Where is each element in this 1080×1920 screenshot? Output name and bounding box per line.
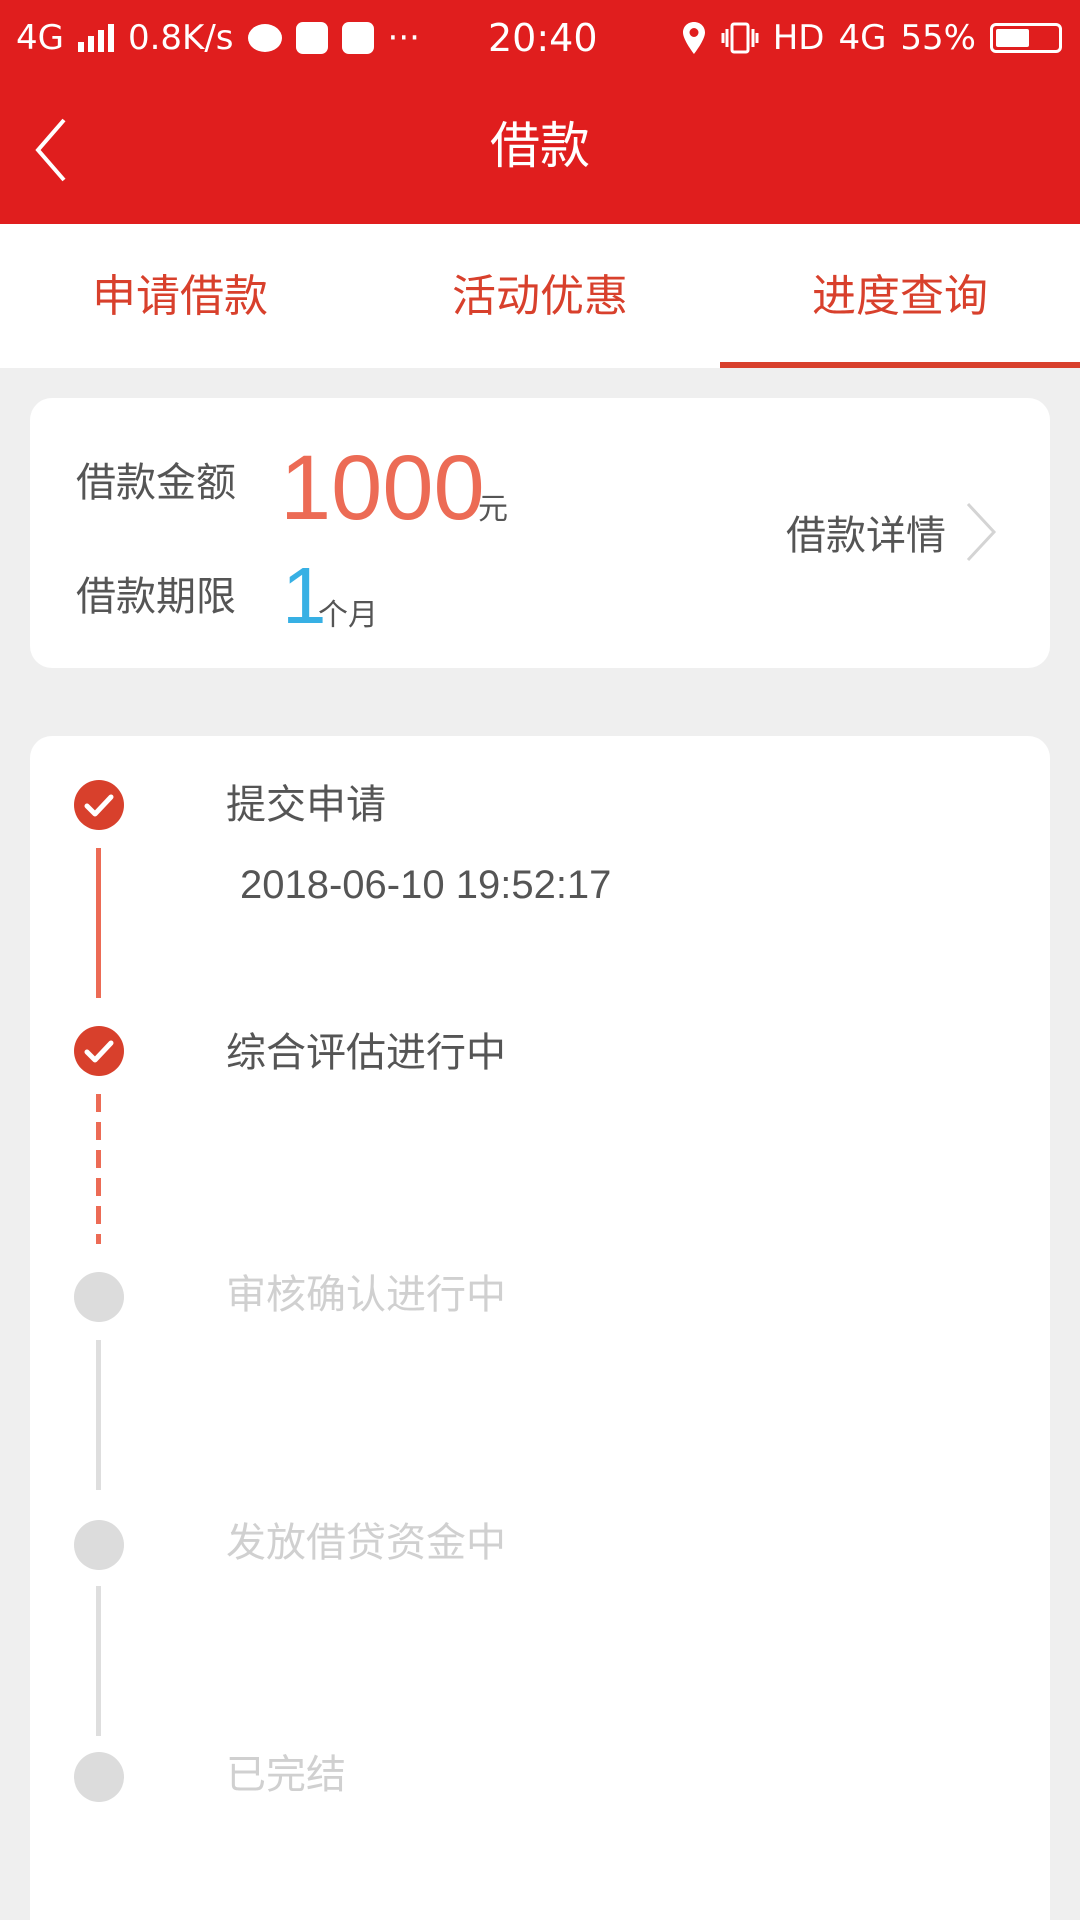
step-done-check-icon bbox=[74, 780, 124, 830]
step-connector bbox=[96, 1340, 101, 1490]
vivo-app-icon bbox=[341, 22, 374, 54]
status-bar: 4G 0.8K/s ··· 20:40 HD 4G 55% bbox=[0, 0, 1080, 76]
loan-summary-card: 借款金额 1000 元 借款期限 1 个月 借款详情 bbox=[30, 398, 1050, 668]
tab-progress-query[interactable]: 进度查询 bbox=[720, 224, 1080, 368]
tab-bar: 申请借款 活动优惠 进度查询 bbox=[0, 224, 1080, 368]
step-label-evaluation: 综合评估进行中 bbox=[226, 1030, 506, 1076]
network-type-left: 4G bbox=[16, 18, 64, 58]
app-header: 4G 0.8K/s ··· 20:40 HD 4G 55% 借款 bbox=[0, 0, 1080, 224]
status-left: 4G 0.8K/s ··· bbox=[16, 16, 420, 60]
loan-details-link[interactable]: 借款详情 bbox=[786, 502, 1000, 562]
more-notifications: ··· bbox=[387, 18, 420, 58]
vibrate-icon bbox=[721, 22, 759, 54]
speedometer-app-icon bbox=[295, 22, 328, 54]
progress-card: 提交申请 2018-06-10 19:52:17 综合评估进行中 审核确认进行中… bbox=[30, 736, 1050, 1920]
tab-promotions[interactable]: 活动优惠 bbox=[360, 224, 720, 368]
network-speed: 0.8K/s bbox=[127, 18, 234, 58]
location-pin-icon bbox=[682, 22, 705, 54]
term-unit: 个月 bbox=[318, 598, 378, 633]
step-pending-dot-icon bbox=[74, 1752, 124, 1802]
step-label-disbursement: 发放借贷资金中 bbox=[226, 1520, 506, 1566]
loan-details-label: 借款详情 bbox=[786, 513, 946, 559]
step-submit-time: 2018-06-10 19:52:17 bbox=[240, 863, 612, 907]
step-label-completed: 已完结 bbox=[226, 1752, 346, 1798]
step-connector-in-progress bbox=[96, 1094, 101, 1244]
page-title: 借款 bbox=[490, 117, 590, 175]
step-pending-dot-icon bbox=[74, 1272, 124, 1322]
signal-bars-icon bbox=[77, 24, 114, 52]
step-connector bbox=[96, 848, 101, 998]
step-done-check-icon bbox=[74, 1026, 124, 1076]
amount-label: 借款金额 bbox=[76, 460, 236, 506]
hd-indicator: HD bbox=[772, 18, 825, 58]
amount-value: 1000 bbox=[280, 437, 485, 539]
status-time: 20:40 bbox=[488, 16, 598, 60]
battery-percent: 55% bbox=[900, 18, 976, 58]
step-pending-dot-icon bbox=[74, 1520, 124, 1570]
battery-icon bbox=[990, 23, 1062, 53]
status-right: HD 4G 55% bbox=[681, 16, 1062, 60]
term-label: 借款期限 bbox=[76, 574, 236, 620]
tab-apply-loan[interactable]: 申请借款 bbox=[0, 224, 360, 368]
amount-unit: 元 bbox=[478, 492, 508, 527]
title-bar: 借款 bbox=[0, 96, 1080, 206]
step-label-review: 审核确认进行中 bbox=[226, 1272, 506, 1318]
battery-fill bbox=[996, 29, 1029, 47]
step-connector bbox=[96, 1586, 101, 1736]
step-label-submit: 提交申请 bbox=[226, 782, 386, 828]
network-type-right: 4G bbox=[838, 18, 887, 58]
chevron-right-icon bbox=[966, 502, 997, 562]
chat-bubble-icon bbox=[247, 24, 282, 52]
